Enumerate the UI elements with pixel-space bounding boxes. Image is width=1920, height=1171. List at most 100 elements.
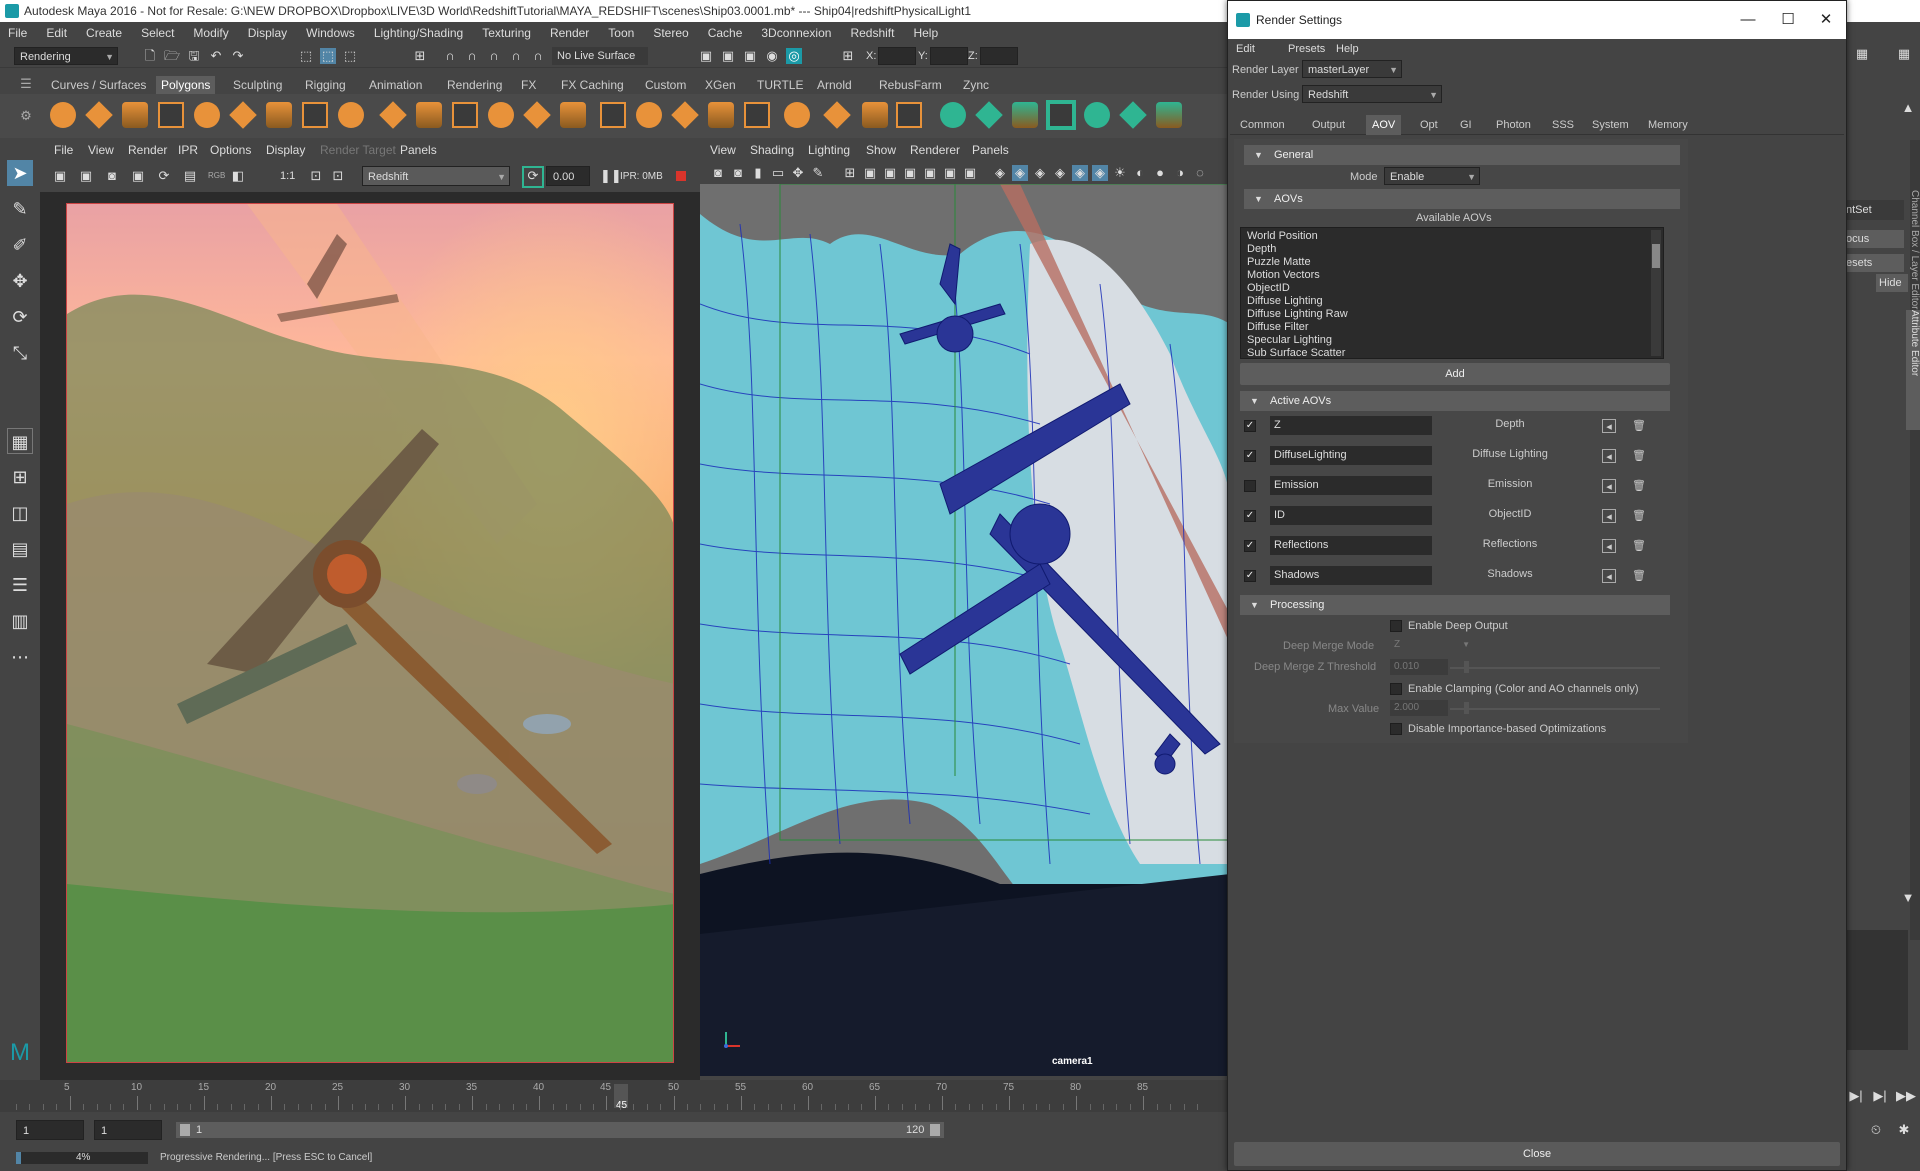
keep-image-icon[interactable]: ▤	[182, 168, 198, 184]
poly-separate-icon[interactable]	[416, 102, 442, 128]
new-scene-icon[interactable]: 🗋	[142, 48, 158, 64]
antialiasing-icon[interactable]: ◑	[1172, 165, 1188, 181]
tab-memory[interactable]: Memory	[1642, 115, 1694, 135]
available-aov-item[interactable]: Diffuse Lighting	[1247, 295, 1323, 307]
tab-gi[interactable]: GI	[1454, 115, 1478, 135]
aov-edit-icon[interactable]: ◂	[1602, 419, 1616, 433]
aov-enabled-checkbox[interactable]: ✓	[1244, 420, 1256, 432]
poly-prism-icon[interactable]	[266, 102, 292, 128]
four-pane-layout-icon[interactable]: ⊞	[7, 464, 33, 490]
aov-name-field[interactable]: DiffuseLighting	[1270, 446, 1432, 465]
poly-pipe-icon[interactable]	[338, 102, 364, 128]
shelf-tab-custom[interactable]: Custom	[640, 76, 691, 94]
add-aov-button[interactable]: Add	[1240, 363, 1670, 385]
delete-aov-icon[interactable]: 🗑	[1632, 419, 1646, 433]
time-slider[interactable]: 45 5 10 15 20 25 30 35 40 45 50 55 60 65 70 75 80 85	[0, 1080, 1240, 1112]
stacked-layout-icon[interactable]: ☰	[7, 572, 33, 598]
smooth-shade-icon[interactable]: ◈	[1012, 165, 1028, 181]
live-surface-field[interactable]: No Live Surface	[552, 47, 648, 65]
shelf-tab-turtle[interactable]: TURTLE	[752, 76, 808, 94]
aov-enabled-checkbox[interactable]: ✓	[1244, 540, 1256, 552]
aov-edit-icon[interactable]: ◂	[1602, 569, 1616, 583]
viewport-menu-view[interactable]: View	[710, 143, 736, 157]
list-scrollbar[interactable]	[1651, 230, 1661, 356]
render-view-menu-ipr[interactable]: IPR	[178, 143, 198, 157]
uv-planar-icon[interactable]	[940, 102, 966, 128]
wireframe-on-shaded-icon[interactable]: ◈	[1052, 165, 1068, 181]
attribute-editor-tab[interactable]: Attribute Editor	[1906, 310, 1920, 430]
deep-merge-z-input[interactable]: 0.010	[1390, 659, 1448, 675]
motion-blur-icon[interactable]: ●	[1152, 165, 1168, 181]
snap-grid-icon[interactable]: ⊞	[412, 48, 428, 64]
scroll-up-icon[interactable]: ▲	[1900, 100, 1916, 116]
tab-output[interactable]: Output	[1306, 115, 1351, 135]
render-current-frame-icon[interactable]: ▣	[698, 48, 714, 64]
grid-icon[interactable]: ⊞	[842, 165, 858, 181]
menu-item-windows[interactable]: Windows	[306, 26, 355, 40]
slide-edge-icon[interactable]	[896, 102, 922, 128]
available-aov-item[interactable]: Diffuse Lighting Raw	[1247, 308, 1348, 320]
render-settings-icon[interactable]: ▣	[742, 48, 758, 64]
ambient-occlusion-icon[interactable]: ◐	[1132, 165, 1148, 181]
render-settings-menu-edit[interactable]: Edit	[1236, 43, 1255, 55]
menu-item-stereo[interactable]: Stereo	[653, 26, 688, 40]
mode-dropdown[interactable]: Enable ▼	[1384, 167, 1480, 185]
aov-edit-icon[interactable]: ◂	[1602, 539, 1616, 553]
ratio-label[interactable]: 1:1	[280, 170, 295, 182]
shadows-icon[interactable]: ☀	[1112, 165, 1128, 181]
max-value-input[interactable]: 2.000	[1390, 700, 1448, 716]
aov-edit-icon[interactable]: ◂	[1602, 479, 1616, 493]
shelf-tab-fx[interactable]: FX	[516, 76, 541, 94]
aov-enabled-checkbox[interactable]: ✓	[1244, 450, 1256, 462]
menu-item-render[interactable]: Render	[550, 26, 589, 40]
redshift-render-view-icon[interactable]: ◎	[786, 48, 802, 64]
hypershade-icon[interactable]: ◉	[764, 48, 780, 64]
uv-unfold-icon[interactable]	[1156, 102, 1182, 128]
tab-photon[interactable]: Photon	[1490, 115, 1537, 135]
scale-tool-icon[interactable]: ⤡	[7, 340, 33, 366]
start-time-input[interactable]: 1	[16, 1120, 84, 1140]
redo-icon[interactable]: ↷	[230, 48, 246, 64]
menu-item-edit[interactable]: Edit	[46, 26, 67, 40]
deep-merge-z-slider[interactable]	[1450, 667, 1660, 669]
select-hierarchy-icon[interactable]: ⬚	[298, 48, 314, 64]
render-view-menu-file[interactable]: File	[54, 143, 73, 157]
enable-clamping-checkbox[interactable]	[1390, 683, 1402, 695]
exposure-input[interactable]: 0.00	[546, 166, 590, 186]
render-view-menu-options[interactable]: Options	[210, 143, 251, 157]
renderer-dropdown[interactable]: Redshift ▼	[362, 166, 510, 186]
range-bar[interactable]: 1 120	[176, 1122, 944, 1138]
aov-name-field[interactable]: Z	[1270, 416, 1432, 435]
uv-spherical-icon[interactable]	[1012, 102, 1038, 128]
list-scroll-thumb[interactable]	[1652, 244, 1660, 268]
rotate-tool-icon[interactable]: ⟳	[7, 304, 33, 330]
shelf-tab-zync[interactable]: Zync	[958, 76, 994, 94]
deep-merge-mode-dropdown[interactable]: Z ▼	[1390, 637, 1474, 653]
menu-item-toon[interactable]: Toon	[608, 26, 634, 40]
tab-common[interactable]: Common	[1234, 115, 1291, 135]
render-view-menu-render[interactable]: Render	[128, 143, 167, 157]
poly-bridge-icon[interactable]	[636, 102, 662, 128]
poly-torus-icon[interactable]	[229, 101, 257, 129]
quad-draw-icon[interactable]	[823, 101, 851, 129]
lasso-tool-icon[interactable]: ✎	[7, 196, 33, 222]
outliner-layout-icon[interactable]: ▤	[7, 536, 33, 562]
display-alpha-icon[interactable]: ◧	[230, 168, 246, 184]
render-settings-menu-help[interactable]: Help	[1336, 43, 1359, 55]
available-aov-item[interactable]: Sub Surface Scatter	[1247, 347, 1345, 359]
layout-2-icon[interactable]: ▦	[1896, 46, 1912, 62]
delete-aov-icon[interactable]: 🗑	[1632, 509, 1646, 523]
processing-section-header[interactable]: ▼ Processing	[1240, 595, 1670, 615]
minimize-button[interactable]: —	[1728, 1, 1768, 39]
uv-automatic-icon[interactable]	[1046, 100, 1076, 130]
poly-mirror-icon[interactable]	[560, 102, 586, 128]
available-aov-item[interactable]: Diffuse Filter	[1247, 321, 1309, 333]
range-end-handle[interactable]	[930, 1124, 940, 1136]
camera-select-icon[interactable]: ◙	[710, 165, 726, 181]
menu-item-select[interactable]: Select	[141, 26, 174, 40]
render-settings-menu-presets[interactable]: Presets	[1288, 43, 1325, 55]
step-forward-icon[interactable]: ▶|	[1848, 1088, 1864, 1104]
available-aov-item[interactable]: Specular Lighting	[1247, 334, 1332, 346]
poly-extrude-icon[interactable]	[671, 101, 699, 129]
tab-sss[interactable]: SSS	[1546, 115, 1580, 135]
